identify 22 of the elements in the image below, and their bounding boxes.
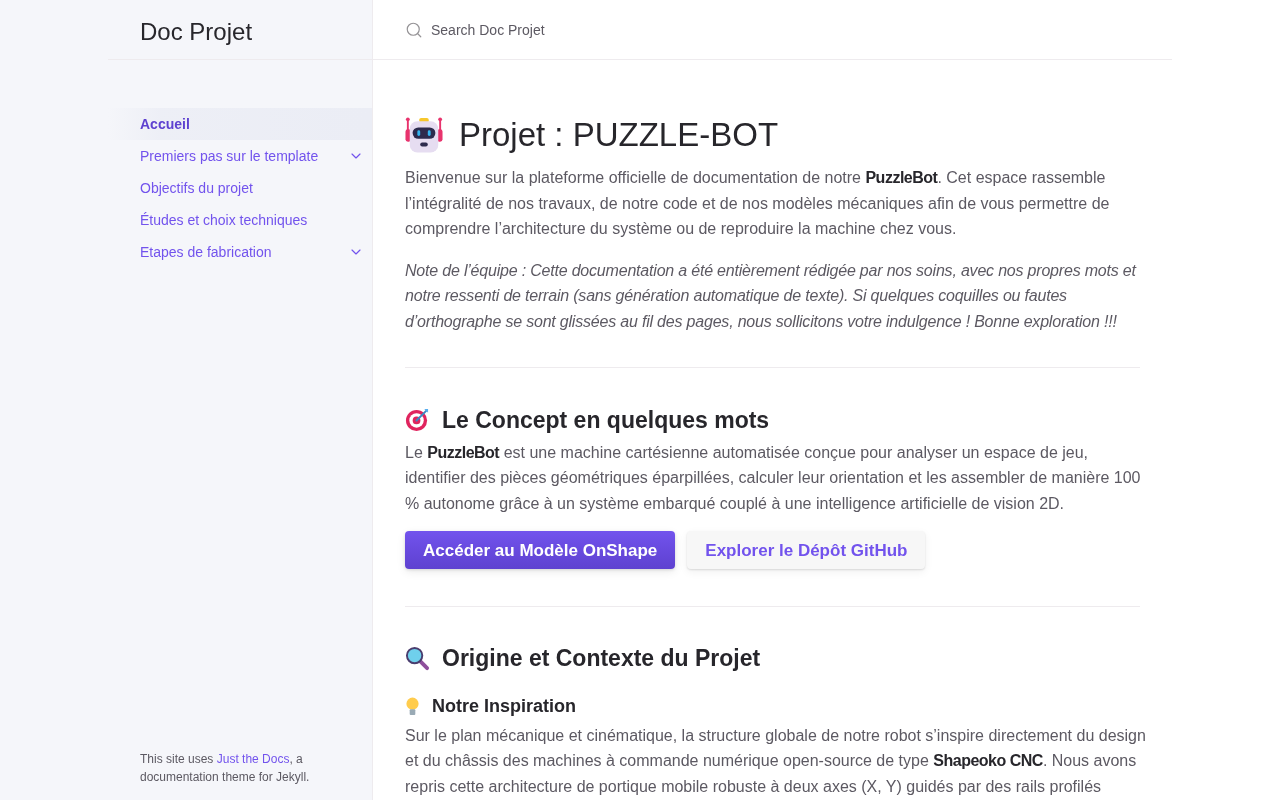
footer-text: This site uses Just the Docs, a documentation theme for Jekyll. [139, 751, 311, 786]
robot-icon [405, 115, 443, 154]
target-icon [405, 407, 430, 433]
section-paragraph: Le PuzzleBot est une machine cartésienne automatisée conçue pour analyser un espace de jeu, identifier des pièces géométriques éparpillées, calculer leur orientation et les assembler de manière 100 % autonome grâce à un système embarqué couplé à une intelligence artificielle de vision 2D. [405, 442, 1142, 514]
search-field[interactable]: Search Doc Projet [431, 13, 1140, 46]
subsection-heading: Notre Inspiration [432, 695, 576, 718]
note-paragraph: Note de l’équipe : Cette documentation a été entièrement rédigée par nos soins, avec nos propres mots et notre ressenti de terrain (sans génération automatique de texte). Si quelques coquilles ou fautes d’orthographe se sont glissées au fil des pages, nous sollicitons votre indulgence ! Bonne exploration !!! [405, 260, 1138, 332]
primary-button[interactable]: Accéder au Modèle OnShape [405, 531, 676, 570]
magnifier-icon [405, 645, 430, 671]
nav-item[interactable]: Objectifs du projet [108, 172, 372, 204]
section-heading: Origine et Contexte du Projet [442, 644, 761, 674]
page-title: Projet : PUZZLE-BOT [459, 115, 779, 155]
nav-item[interactable]: Etapes de fabrication [108, 236, 372, 268]
section-heading: Le Concept en quelques mots [442, 405, 770, 435]
secondary-button[interactable]: Explorer le Dépôt GitHub [687, 531, 926, 570]
site-title[interactable]: Doc Projet [140, 15, 253, 48]
search-icon [405, 20, 423, 39]
lightbulb-icon [405, 697, 420, 717]
nav-item[interactable]: Premiers pas sur le template [108, 140, 372, 172]
nav-item[interactable]: Études et choix techniques [108, 204, 372, 236]
intro-paragraph: Bienvenue sur la plateforme officielle de documentation de notre PuzzleBot. Cet espace rassemble l’intégralité de nos travaux, de notre code et de nos modèles mécaniques afin de vous permettre de comprendre l’architecture du système ou de reproduire la machine chez vous. [405, 168, 1111, 240]
subsection-paragraph: Sur le plan mécanique et cinématique, la structure globale de notre robot s’inspire directement du design et du châssis des machines à commande numérique open-source de type Shapeoko CNC. Nous avons repris cette architecture de portique mobile robuste à deux axes (X, Y) guidés par des rails profilés [405, 725, 1146, 798]
